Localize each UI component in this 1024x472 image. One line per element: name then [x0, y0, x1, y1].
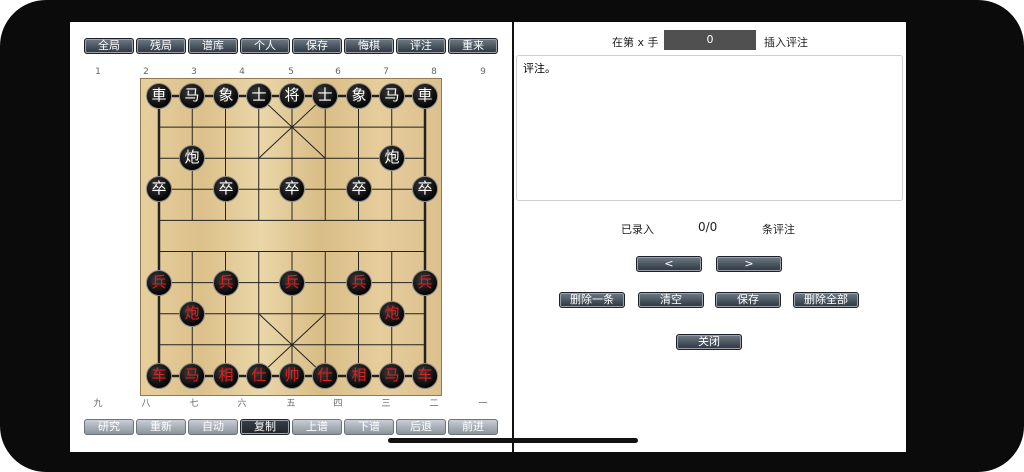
- file-coordinate: 8: [431, 67, 437, 77]
- black-soldier-piece[interactable]: 卒: [213, 176, 239, 202]
- next-record-button[interactable]: 下谱: [344, 419, 394, 435]
- black-soldier-piece[interactable]: 卒: [146, 176, 172, 202]
- auto-button[interactable]: 自动: [188, 419, 238, 435]
- file-coordinate: 2: [143, 67, 149, 77]
- black-horse-piece[interactable]: 马: [179, 83, 205, 109]
- file-coordinate: 4: [239, 67, 245, 77]
- black-soldier-piece[interactable]: 卒: [346, 176, 372, 202]
- file-coordinate: 3: [191, 67, 197, 77]
- red-advisor-piece[interactable]: 仕: [246, 363, 272, 389]
- red-soldier-piece[interactable]: 兵: [279, 270, 305, 296]
- black-chariot-piece[interactable]: 車: [412, 83, 438, 109]
- file-coordinate: 八: [141, 399, 151, 409]
- red-chariot-piece[interactable]: 车: [412, 363, 438, 389]
- back-button[interactable]: 后退: [396, 419, 446, 435]
- copy-button[interactable]: 复制: [240, 419, 290, 435]
- red-soldier-piece[interactable]: 兵: [412, 270, 438, 296]
- file-coordinate: 七: [189, 399, 199, 409]
- red-chariot-piece[interactable]: 车: [146, 363, 172, 389]
- black-advisor-piece[interactable]: 士: [246, 83, 272, 109]
- move-number-input[interactable]: 0: [664, 30, 756, 50]
- black-soldier-piece[interactable]: 卒: [279, 176, 305, 202]
- red-advisor-piece[interactable]: 仕: [312, 363, 338, 389]
- red-elephant-piece[interactable]: 相: [213, 363, 239, 389]
- red-cannon-piece[interactable]: 炮: [379, 301, 405, 327]
- red-general-piece[interactable]: 帅: [279, 363, 305, 389]
- delete-one-button[interactable]: 删除一条: [559, 292, 625, 308]
- prev-comment-button[interactable]: <: [636, 256, 702, 272]
- file-coordinate: 六: [237, 399, 247, 409]
- black-elephant-piece[interactable]: 象: [346, 83, 372, 109]
- save-comment-button[interactable]: 保存: [715, 292, 781, 308]
- forward-button[interactable]: 前进: [448, 419, 498, 435]
- file-coordinate: 三: [381, 399, 391, 409]
- study-button[interactable]: 研究: [84, 419, 134, 435]
- file-coordinate: 5: [288, 67, 294, 77]
- file-coordinate: 五: [286, 399, 296, 409]
- insert-comment-label: 插入评注: [764, 36, 808, 49]
- black-cannon-piece[interactable]: 炮: [179, 145, 205, 171]
- clear-button[interactable]: 清空: [638, 292, 704, 308]
- black-horse-piece[interactable]: 马: [379, 83, 405, 109]
- reset-button[interactable]: 重新: [136, 419, 186, 435]
- comment-button[interactable]: 评注: [396, 38, 446, 54]
- endgame-button[interactable]: 残局: [136, 38, 186, 54]
- file-coordinate: 9: [480, 67, 486, 77]
- file-coordinate: 二: [429, 399, 439, 409]
- move-prefix-label: 在第 x 手: [612, 36, 659, 49]
- delete-all-button[interactable]: 删除全部: [793, 292, 859, 308]
- file-coordinate: 1: [95, 67, 101, 77]
- all-button[interactable]: 全局: [84, 38, 134, 54]
- comment-count: 0/0: [698, 220, 718, 234]
- red-soldier-piece[interactable]: 兵: [146, 270, 172, 296]
- comment-panel: 在第 x 手 0 插入评注 评注。 已录入 0/0 条评注 < > 删除一条 清…: [514, 22, 906, 452]
- black-advisor-piece[interactable]: 士: [312, 83, 338, 109]
- red-horse-piece[interactable]: 马: [179, 363, 205, 389]
- red-soldier-piece[interactable]: 兵: [346, 270, 372, 296]
- board-grid: [157, 94, 427, 378]
- black-soldier-piece[interactable]: 卒: [412, 176, 438, 202]
- app-screen: 全局 残局 谱库 个人 保存 悔棋 评注 重来 1 2 3 4 5 6 7 8 …: [70, 22, 906, 452]
- file-coordinate: 7: [383, 67, 389, 77]
- recorded-label: 已录入: [621, 223, 654, 236]
- home-indicator: [388, 438, 638, 443]
- black-cannon-piece[interactable]: 炮: [379, 145, 405, 171]
- red-horse-piece[interactable]: 马: [379, 363, 405, 389]
- black-general-piece[interactable]: 将: [279, 83, 305, 109]
- file-coordinate: 一: [478, 399, 488, 409]
- comment-count-suffix: 条评注: [762, 223, 795, 236]
- device-frame: 全局 残局 谱库 个人 保存 悔棋 评注 重来 1 2 3 4 5 6 7 8 …: [0, 0, 1024, 472]
- device-notch: [968, 128, 1024, 340]
- restart-button[interactable]: 重来: [448, 38, 498, 54]
- red-elephant-piece[interactable]: 相: [346, 363, 372, 389]
- file-coordinate: 6: [335, 67, 341, 77]
- black-chariot-piece[interactable]: 車: [146, 83, 172, 109]
- red-cannon-piece[interactable]: 炮: [179, 301, 205, 327]
- previous-record-button[interactable]: 上谱: [292, 419, 342, 435]
- personal-button[interactable]: 个人: [240, 38, 290, 54]
- file-coordinate: 九: [93, 399, 103, 409]
- library-button[interactable]: 谱库: [188, 38, 238, 54]
- close-button[interactable]: 关闭: [676, 334, 742, 350]
- undo-button[interactable]: 悔棋: [344, 38, 394, 54]
- comment-textarea[interactable]: 评注。: [516, 55, 903, 201]
- board-panel: 全局 残局 谱库 个人 保存 悔棋 评注 重来 1 2 3 4 5 6 7 8 …: [70, 22, 512, 452]
- save-button[interactable]: 保存: [292, 38, 342, 54]
- black-elephant-piece[interactable]: 象: [213, 83, 239, 109]
- next-comment-button[interactable]: >: [716, 256, 782, 272]
- red-soldier-piece[interactable]: 兵: [213, 270, 239, 296]
- file-coordinate: 四: [333, 399, 343, 409]
- xiangqi-board[interactable]: 車 马 象 士 将 士 象 马 車 炮 炮 卒 卒 卒 卒 卒 兵 兵 兵 兵 …: [140, 78, 442, 396]
